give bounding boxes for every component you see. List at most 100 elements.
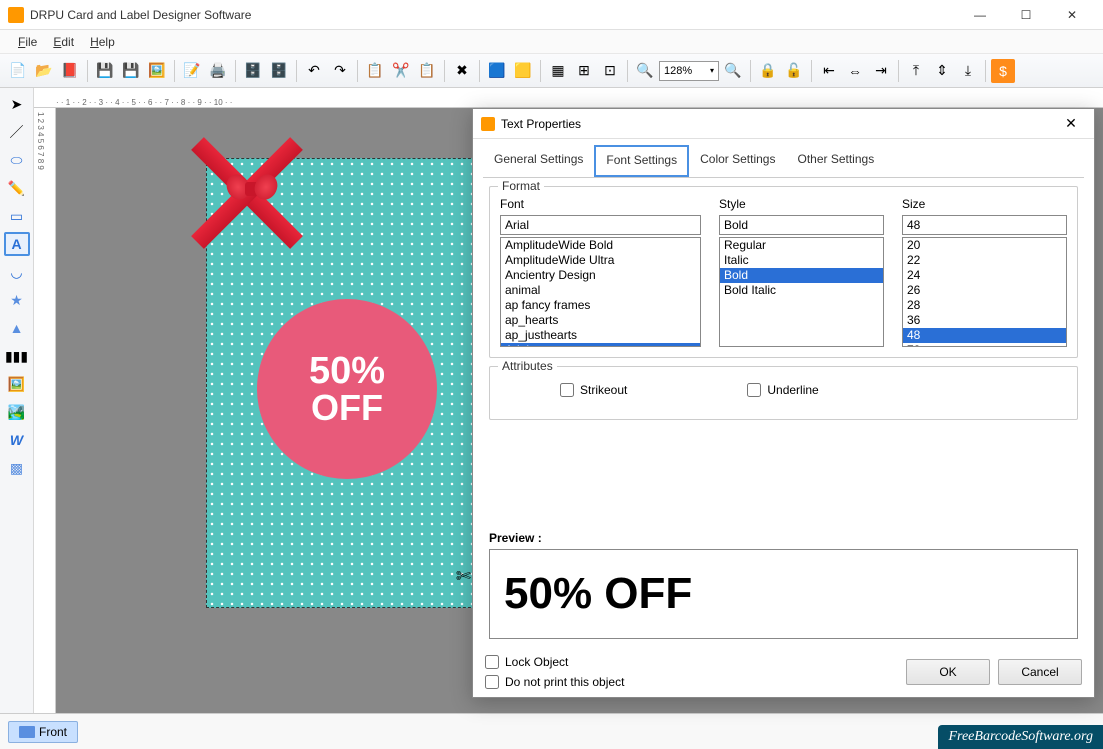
database-icon[interactable]: 🗄️ xyxy=(241,59,265,83)
tab-color-settings[interactable]: Color Settings xyxy=(689,145,786,177)
attributes-legend: Attributes xyxy=(498,359,557,373)
list-option[interactable]: Arial xyxy=(501,343,700,347)
discount-circle[interactable]: 50% OFF xyxy=(257,299,437,479)
font-listbox[interactable]: AmplitudeWide BoldAmplitudeWide UltraAnc… xyxy=(500,237,701,347)
paste-icon[interactable]: 📋 xyxy=(415,59,439,83)
copy-icon[interactable]: 📋 xyxy=(363,59,387,83)
save-icon[interactable]: 💾 xyxy=(93,59,117,83)
close-file-icon[interactable]: 📕 xyxy=(58,59,82,83)
save-as-icon[interactable]: 💾 xyxy=(119,59,143,83)
list-option[interactable]: ap_justhearts xyxy=(501,328,700,343)
style-listbox[interactable]: RegularItalicBoldBold Italic xyxy=(719,237,884,347)
undo-icon[interactable]: ↶ xyxy=(302,59,326,83)
export-image-icon[interactable]: 🖼️ xyxy=(145,59,169,83)
open-icon[interactable]: 📂 xyxy=(32,59,56,83)
list-option[interactable]: Ancientry Design xyxy=(501,268,700,283)
size-listbox[interactable]: 2022242628364872 xyxy=(902,237,1067,347)
dialog-title: Text Properties xyxy=(501,117,1056,131)
maximize-button[interactable]: ☐ xyxy=(1003,0,1049,30)
zoom-level[interactable]: 128% xyxy=(659,61,719,81)
send-back-icon[interactable]: 🟨 xyxy=(511,59,535,83)
do-not-print-checkbox[interactable]: Do not print this object xyxy=(485,675,624,689)
menu-file[interactable]: File xyxy=(10,35,45,49)
ellipse-tool-icon[interactable]: ⬭ xyxy=(4,148,30,172)
line-tool-icon[interactable]: ／ xyxy=(4,120,30,144)
menu-edit[interactable]: Edit xyxy=(45,35,82,49)
bring-front-icon[interactable]: 🟦 xyxy=(485,59,509,83)
menu-help[interactable]: Help xyxy=(82,35,123,49)
wordart-tool-icon[interactable]: W xyxy=(4,428,30,452)
list-option[interactable]: 48 xyxy=(903,328,1066,343)
rectangle-tool-icon[interactable]: ▭ xyxy=(4,204,30,228)
list-option[interactable]: 22 xyxy=(903,253,1066,268)
text-tool-icon[interactable]: A xyxy=(4,232,30,256)
zoom-out-icon[interactable]: 🔍 xyxy=(721,59,745,83)
list-option[interactable]: Bold xyxy=(720,268,883,283)
list-option[interactable]: Bold Italic xyxy=(720,283,883,298)
barcode-tool-icon[interactable]: ▮▮▮ xyxy=(4,344,30,368)
list-option[interactable]: 20 xyxy=(903,238,1066,253)
align-middle-icon[interactable]: ⇕ xyxy=(930,59,954,83)
close-button[interactable]: ✕ xyxy=(1049,0,1095,30)
tab-front[interactable]: Front xyxy=(8,721,78,743)
preview-box: 50% OFF xyxy=(489,549,1078,639)
align-bottom-icon[interactable]: ⤓ xyxy=(956,59,980,83)
dialog-close-button[interactable]: ✕ xyxy=(1056,110,1086,138)
arc-tool-icon[interactable]: ◡ xyxy=(4,260,30,284)
size-input[interactable] xyxy=(902,215,1067,235)
snap-icon[interactable]: ⊞ xyxy=(572,59,596,83)
list-option[interactable]: animal xyxy=(501,283,700,298)
list-option[interactable]: 26 xyxy=(903,283,1066,298)
list-option[interactable]: ap_hearts xyxy=(501,313,700,328)
list-option[interactable]: 24 xyxy=(903,268,1066,283)
print-icon[interactable]: 🖨️ xyxy=(206,59,230,83)
list-option[interactable]: AmplitudeWide Bold xyxy=(501,238,700,253)
tab-general-settings[interactable]: General Settings xyxy=(483,145,594,177)
ok-button[interactable]: OK xyxy=(906,659,990,685)
redo-icon[interactable]: ↷ xyxy=(328,59,352,83)
align-center-h-icon[interactable]: ⇔ xyxy=(843,59,867,83)
align-top-icon[interactable]: ⤒ xyxy=(904,59,928,83)
list-option[interactable]: Italic xyxy=(720,253,883,268)
minimize-button[interactable]: — xyxy=(957,0,1003,30)
list-option[interactable]: ap fancy frames xyxy=(501,298,700,313)
tab-other-settings[interactable]: Other Settings xyxy=(786,145,885,177)
list-option[interactable]: AmplitudeWide Ultra xyxy=(501,253,700,268)
underline-checkbox[interactable]: Underline xyxy=(747,383,818,397)
triangle-tool-icon[interactable]: ▲ xyxy=(4,316,30,340)
image2-tool-icon[interactable]: 🏞️ xyxy=(4,400,30,424)
pointer-tool-icon[interactable]: ➤ xyxy=(4,92,30,116)
dialog-footer: Lock Object Do not print this object OK … xyxy=(473,647,1094,697)
wizard-icon[interactable]: 📝 xyxy=(180,59,204,83)
menubar: File Edit Help xyxy=(0,30,1103,54)
price-icon[interactable]: $ xyxy=(991,59,1015,83)
list-option[interactable]: Regular xyxy=(720,238,883,253)
pattern-tool-icon[interactable]: ▩ xyxy=(4,456,30,480)
list-option[interactable]: 28 xyxy=(903,298,1066,313)
grid-icon[interactable]: ▦ xyxy=(546,59,570,83)
cancel-button[interactable]: Cancel xyxy=(998,659,1082,685)
pencil-tool-icon[interactable]: ✏️ xyxy=(4,176,30,200)
lock-object-checkbox[interactable]: Lock Object xyxy=(485,655,624,669)
align-right-icon[interactable]: ⇥ xyxy=(869,59,893,83)
list-option[interactable]: 72 xyxy=(903,343,1066,347)
delete-icon[interactable]: ✖ xyxy=(450,59,474,83)
style-input[interactable] xyxy=(719,215,884,235)
align-left-icon[interactable]: ⇤ xyxy=(817,59,841,83)
list-option[interactable]: 36 xyxy=(903,313,1066,328)
strikeout-checkbox[interactable]: Strikeout xyxy=(560,383,627,397)
image-tool-icon[interactable]: 🖼️ xyxy=(4,372,30,396)
tab-font-settings[interactable]: Font Settings xyxy=(594,145,689,177)
new-icon[interactable]: 📄 xyxy=(6,59,30,83)
unlock-icon[interactable]: 🔓 xyxy=(782,59,806,83)
zoom-in-icon[interactable]: 🔍 xyxy=(633,59,657,83)
card-design[interactable]: 50% OFF ✄ xyxy=(206,158,486,608)
dialog-titlebar[interactable]: Text Properties ✕ xyxy=(473,109,1094,139)
window-titlebar: DRPU Card and Label Designer Software — … xyxy=(0,0,1103,30)
fit-icon[interactable]: ⊡ xyxy=(598,59,622,83)
database2-icon[interactable]: 🗄️ xyxy=(267,59,291,83)
star-tool-icon[interactable]: ★ xyxy=(4,288,30,312)
cut-icon[interactable]: ✂️ xyxy=(389,59,413,83)
lock-icon[interactable]: 🔒 xyxy=(756,59,780,83)
font-input[interactable] xyxy=(500,215,701,235)
